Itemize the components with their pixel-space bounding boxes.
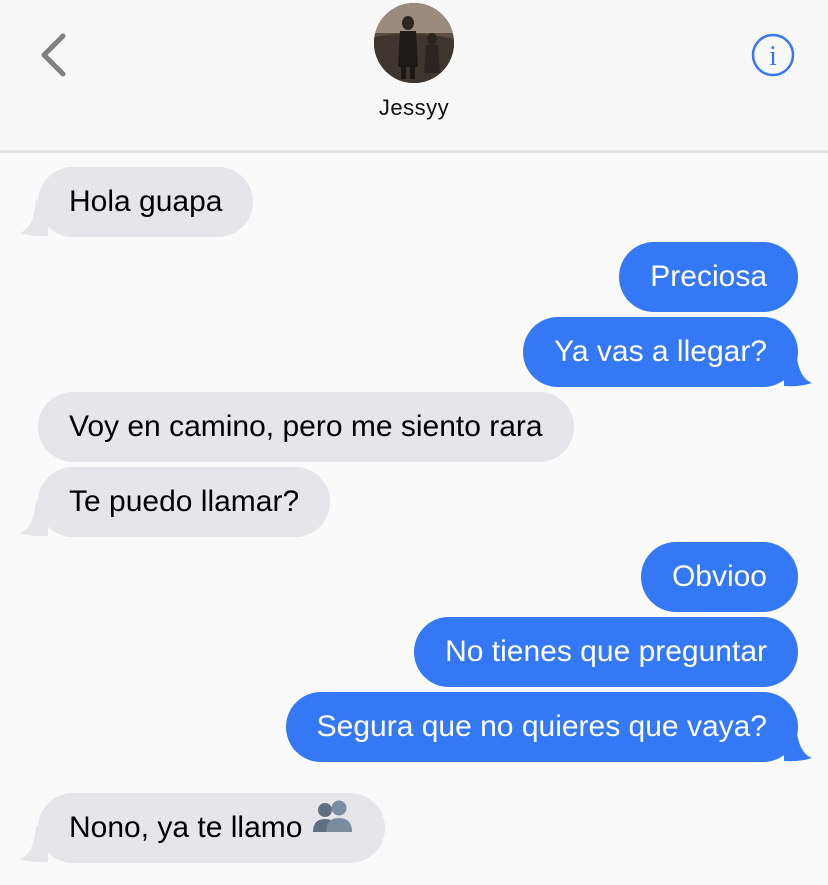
chevron-left-icon xyxy=(41,33,66,77)
message-bubble-incoming[interactable]: Hola guapa xyxy=(38,167,254,237)
info-button[interactable]: i xyxy=(751,33,795,77)
message-text: Segura que no quieres que vaya? xyxy=(316,710,767,743)
message-text: Te puedo llamar? xyxy=(69,485,300,518)
message-bubble-incoming[interactable]: Voy en camino, pero me siento rara xyxy=(38,392,574,462)
message-text: No tienes que preguntar xyxy=(445,635,767,668)
message-bubble-outgoing[interactable]: Obvioo xyxy=(640,542,798,612)
bubble-tail-outgoing xyxy=(784,350,812,387)
message-text: Obvioo xyxy=(671,560,767,593)
bubble-tail-outgoing xyxy=(784,725,812,762)
message-bubble-outgoing[interactable]: Segura que no quieres que vaya? xyxy=(285,692,798,762)
svg-text:i: i xyxy=(769,41,777,72)
message-bubble-outgoing[interactable]: Ya vas a llegar? xyxy=(523,317,798,387)
message-text: Voy en camino, pero me siento rara xyxy=(69,410,543,443)
conversation-header: Jessyy i xyxy=(0,0,828,153)
people-silhouette-emoji xyxy=(310,791,354,861)
contact-avatar[interactable] xyxy=(374,3,454,83)
bubble-tail-incoming xyxy=(20,200,48,237)
info-circle-icon: i xyxy=(751,33,795,77)
message-bubble-outgoing[interactable]: Preciosa xyxy=(619,242,798,312)
message-text: Ya vas a llegar? xyxy=(554,335,767,368)
bubble-tail-incoming xyxy=(20,500,48,537)
message-text: Preciosa xyxy=(650,260,767,293)
avatar-photo xyxy=(374,3,454,83)
message-bubble-incoming[interactable]: Nono, ya te llamo xyxy=(38,791,386,863)
message-bubble-incoming[interactable]: Te puedo llamar? xyxy=(38,467,331,537)
contact-name[interactable]: Jessyy xyxy=(0,95,828,121)
bubble-tail-incoming xyxy=(20,826,48,863)
message-text: Hola guapa xyxy=(69,185,223,218)
message-bubble-outgoing[interactable]: No tienes que preguntar xyxy=(414,617,798,687)
message-text: Nono, ya te llamo xyxy=(69,811,303,844)
back-button[interactable] xyxy=(36,32,72,78)
